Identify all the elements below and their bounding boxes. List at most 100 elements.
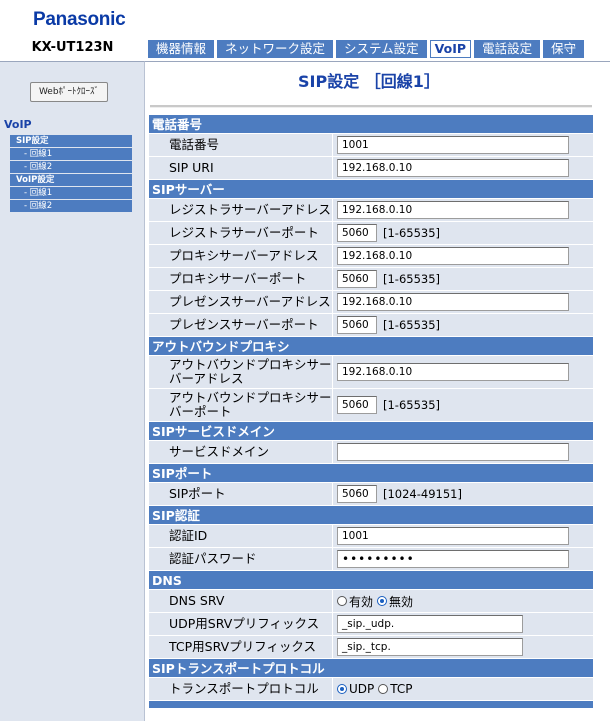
brand-logo: Panasonic: [33, 9, 126, 30]
row-service-domain: サービスドメイン: [149, 441, 593, 464]
row-proxy-address: プロキシサーバーアドレス 192.168.0.10: [149, 245, 593, 268]
presence-port-input[interactable]: 5060: [337, 316, 377, 334]
row-tcp-srv-prefix: TCP用SRVプリフィックス _sip._tcp.: [149, 636, 593, 659]
tab-system-settings[interactable]: システム設定: [336, 40, 427, 58]
tab-maintenance[interactable]: 保守: [543, 40, 585, 58]
row-udp-srv-prefix: UDP用SRVプリフィックス _sip._udp.: [149, 613, 593, 636]
udp-srv-prefix-input[interactable]: _sip._udp.: [337, 615, 523, 633]
tab-voip[interactable]: VoIP: [429, 40, 472, 58]
row-dns-srv: DNS SRV 有効 無効: [149, 590, 593, 613]
sidebar-item-sip-settings[interactable]: SIP設定: [10, 135, 132, 147]
tcp-srv-prefix-label: TCP用SRVプリフィックス: [169, 639, 317, 654]
outbound-proxy-port-range: [1-65535]: [383, 398, 441, 412]
outbound-proxy-port-input[interactable]: 5060: [337, 396, 377, 414]
section-sip-server: SIPサーバー: [149, 180, 593, 199]
proxy-port-label: プロキシサーバーポート: [169, 271, 307, 286]
sip-uri-label: SIP URI: [169, 160, 214, 175]
sidebar: Webﾎﾟｰﾄｸﾛｰｽﾞ VoIP SIP設定 - 回線1 - 回線2 VoIP…: [0, 61, 145, 721]
section-phone-number: 電話番号: [149, 115, 593, 134]
sidebar-heading: VoIP: [4, 118, 32, 131]
auth-id-label: 認証ID: [169, 528, 208, 543]
row-presence-port: プレゼンスサーバーポート 5060 [1-65535]: [149, 314, 593, 337]
row-auth-id: 認証ID 1001: [149, 525, 593, 548]
presence-port-label: プレゼンスサーバーポート: [169, 317, 319, 332]
service-domain-input[interactable]: [337, 443, 569, 461]
title-divider: [150, 105, 592, 108]
dns-srv-label: DNS SRV: [169, 593, 225, 608]
presence-address-label: プレゼンスサーバーアドレス: [169, 294, 331, 309]
phone-number-label: 電話番号: [169, 137, 220, 152]
section-service-domain: SIPサービスドメイン: [149, 422, 593, 441]
section-sip-auth: SIP認証: [149, 506, 593, 525]
radio-off-icon: [337, 596, 347, 606]
sip-port-range: [1024-49151]: [383, 487, 462, 501]
main-tabs: 機器情報 ネットワーク設定 システム設定 VoIP 電話設定 保守: [148, 40, 585, 58]
sidebar-item-voip-line2[interactable]: - 回線2: [10, 200, 132, 212]
section-outbound-proxy: アウトバウンドプロキシ: [149, 337, 593, 356]
radio-on-icon: [337, 684, 347, 694]
presence-port-range: [1-65535]: [383, 318, 441, 332]
row-sip-port: SIPポート 5060 [1024-49151]: [149, 483, 593, 506]
page-title: SIP設定 ［回線1］: [298, 72, 440, 91]
outbound-proxy-address-input[interactable]: 192.168.0.10: [337, 363, 569, 381]
presence-address-input[interactable]: 192.168.0.10: [337, 293, 569, 311]
radio-off-icon: [378, 684, 389, 694]
service-domain-label: サービスドメイン: [169, 444, 270, 459]
phone-number-input[interactable]: 1001: [337, 136, 569, 154]
proxy-address-input[interactable]: 192.168.0.10: [337, 247, 569, 265]
transport-tcp-radio[interactable]: TCP: [378, 682, 413, 696]
sip-port-input[interactable]: 5060: [337, 485, 377, 503]
sip-uri-input[interactable]: 192.168.0.10: [337, 159, 569, 177]
registrar-port-range: [1-65535]: [383, 226, 441, 240]
tab-device-info[interactable]: 機器情報: [148, 40, 215, 58]
sip-settings-form: 電話番号 電話番号 1001 SIP URI 192.168.0.10 SIPサ…: [149, 115, 593, 709]
tab-network-settings[interactable]: ネットワーク設定: [217, 40, 334, 58]
registrar-address-label: レジストラサーバーアドレス: [169, 202, 331, 217]
web-port-close-button[interactable]: Webﾎﾟｰﾄｸﾛｰｽﾞ: [30, 82, 108, 102]
auth-password-label: 認証パスワード: [169, 551, 257, 566]
sidebar-item-voip-line1[interactable]: - 回線1: [10, 187, 132, 199]
row-presence-address: プレゼンスサーバーアドレス 192.168.0.10: [149, 291, 593, 314]
section-next-partial: [149, 701, 593, 709]
dns-srv-enable-radio[interactable]: 有効: [337, 593, 373, 610]
tcp-srv-prefix-input[interactable]: _sip._tcp.: [337, 638, 523, 656]
auth-password-input[interactable]: •••••••••: [337, 550, 569, 568]
auth-id-input[interactable]: 1001: [337, 527, 569, 545]
dns-srv-enable-label: 有効: [349, 594, 374, 609]
row-auth-password: 認証パスワード •••••••••: [149, 548, 593, 571]
tab-phone-settings[interactable]: 電話設定: [474, 40, 541, 58]
row-transport-protocol: トランスポートプロトコル UDP TCP: [149, 678, 593, 701]
registrar-address-input[interactable]: 192.168.0.10: [337, 201, 569, 219]
row-registrar-port: レジストラサーバーポート 5060 [1-65535]: [149, 222, 593, 245]
dns-srv-disable-radio[interactable]: 無効: [377, 593, 413, 610]
sidebar-item-sip-line1[interactable]: - 回線1: [10, 148, 132, 160]
proxy-port-range: [1-65535]: [383, 272, 441, 286]
section-dns: DNS: [149, 571, 593, 590]
model-name: KX-UT123N: [31, 40, 114, 55]
transport-udp-radio[interactable]: UDP: [337, 682, 374, 696]
transport-udp-label: UDP: [349, 682, 375, 696]
proxy-address-label: プロキシサーバーアドレス: [169, 248, 319, 263]
udp-srv-prefix-label: UDP用SRVプリフィックス: [169, 616, 320, 631]
row-registrar-address: レジストラサーバーアドレス 192.168.0.10: [149, 199, 593, 222]
row-outbound-proxy-port: アウトバウンドプロキシサーバーポート 5060 [1-65535]: [149, 389, 593, 422]
proxy-port-input[interactable]: 5060: [337, 270, 377, 288]
dns-srv-disable-label: 無効: [389, 594, 414, 609]
radio-on-icon: [377, 596, 388, 606]
sidebar-item-sip-line2[interactable]: - 回線2: [10, 161, 132, 173]
sip-port-label: SIPポート: [169, 486, 226, 501]
row-phone-number: 電話番号 1001: [149, 134, 593, 157]
row-proxy-port: プロキシサーバーポート 5060 [1-65535]: [149, 268, 593, 291]
transport-tcp-label: TCP: [390, 682, 413, 696]
top-header: Panasonic KX-UT123N 機器情報 ネットワーク設定 システム設定…: [0, 0, 610, 61]
main-content: SIP設定 ［回線1］ 電話番号 電話番号 1001 SIP URI 192.1…: [145, 61, 610, 721]
row-sip-uri: SIP URI 192.168.0.10: [149, 157, 593, 180]
sidebar-item-voip-settings[interactable]: VoIP設定: [10, 174, 132, 186]
section-transport-protocol: SIPトランスポートプロトコル: [149, 659, 593, 678]
row-outbound-proxy-address: アウトバウンドプロキシサーバーアドレス 192.168.0.10: [149, 356, 593, 389]
registrar-port-input[interactable]: 5060: [337, 224, 377, 242]
section-sip-port: SIPポート: [149, 464, 593, 483]
registrar-port-label: レジストラサーバーポート: [169, 225, 319, 240]
outbound-proxy-port-label: アウトバウンドプロキシサーバーポート: [169, 390, 332, 419]
outbound-proxy-address-label: アウトバウンドプロキシサーバーアドレス: [169, 357, 332, 386]
